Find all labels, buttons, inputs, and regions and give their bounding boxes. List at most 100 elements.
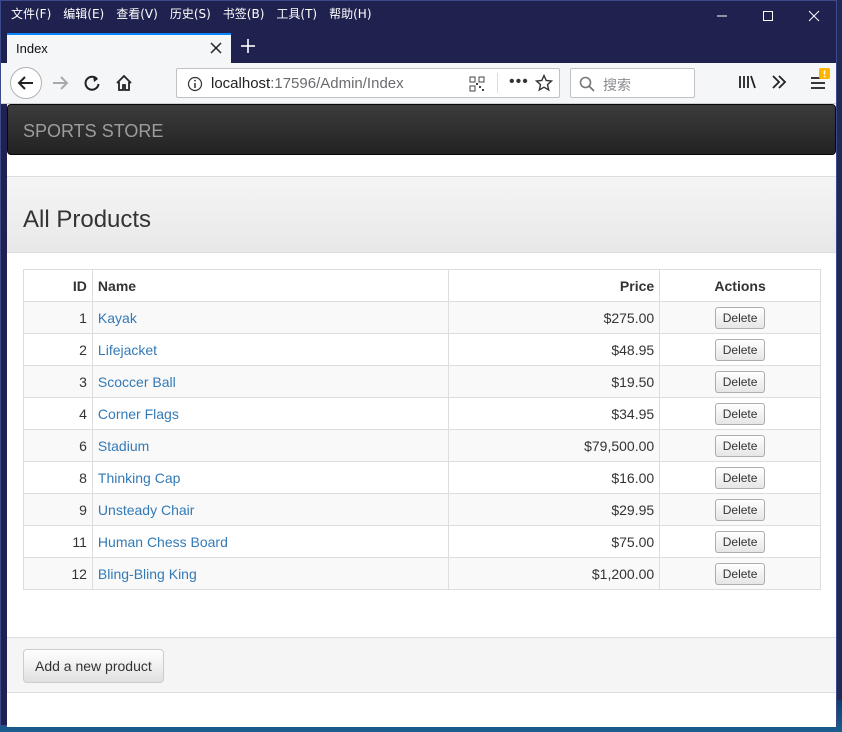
home-icon [116, 74, 132, 91]
product-id: 4 [23, 397, 93, 430]
tab-strip: Index [1, 31, 836, 63]
menu-edit[interactable]: 编辑(E) [63, 5, 104, 22]
product-id: 11 [23, 525, 93, 558]
page-title: All Products [23, 206, 152, 233]
product-id: 3 [23, 365, 93, 398]
info-icon[interactable] [187, 76, 203, 97]
table-row: 6 Stadium $79,500.00 Delete [23, 429, 821, 462]
delete-button[interactable]: Delete [714, 498, 766, 521]
delete-button[interactable]: Delete [714, 370, 766, 393]
browser-window: 文件(F) 编辑(E) 查看(V) 历史(S) 书签(B) 工具(T) 帮助(H… [0, 0, 837, 727]
product-price: $34.95 [448, 397, 661, 430]
menu-file[interactable]: 文件(F) [11, 5, 51, 22]
delete-button[interactable]: Delete [714, 434, 766, 457]
delete-button[interactable]: Delete [714, 402, 766, 425]
hamburger-icon [811, 68, 830, 89]
tab-close-button[interactable] [209, 41, 223, 60]
column-header-actions: Actions [659, 269, 821, 302]
library-icon [739, 75, 756, 89]
table-row: 8 Thinking Cap $16.00 Delete [23, 461, 821, 494]
library-button[interactable] [738, 73, 758, 96]
back-button[interactable] [10, 67, 42, 99]
menu-tools[interactable]: 工具(T) [276, 5, 317, 22]
product-name-link[interactable]: Unsteady Chair [98, 502, 195, 518]
url-host: localhost [211, 75, 271, 92]
search-icon [579, 76, 595, 97]
page-content: SPORTS STORE All Products ID Name Price … [7, 104, 836, 727]
close-icon [808, 10, 820, 22]
product-name-link[interactable]: Lifejacket [98, 342, 157, 358]
navbar-brand-bar: SPORTS STORE [7, 104, 836, 155]
column-header-price: Price [448, 269, 661, 302]
menu-bar: 文件(F) 编辑(E) 查看(V) 历史(S) 书签(B) 工具(T) 帮助(H… [1, 1, 836, 31]
app-menu-button[interactable] [802, 67, 832, 100]
product-id: 9 [23, 493, 93, 526]
table-row: 9 Unsteady Chair $29.95 Delete [23, 493, 821, 526]
table-row: 1 Kayak $275.00 Delete [23, 301, 821, 334]
menu-view[interactable]: 查看(V) [116, 5, 158, 22]
product-price: $29.95 [448, 493, 661, 526]
plus-icon [241, 39, 255, 53]
close-icon [210, 42, 222, 54]
product-id: 8 [23, 461, 93, 494]
qr-code-icon[interactable] [469, 76, 485, 97]
product-price: $1,200.00 [448, 557, 661, 590]
table-header-row: ID Name Price Actions [23, 269, 821, 302]
delete-button[interactable]: Delete [714, 338, 766, 361]
tab-title: Index [16, 41, 48, 56]
delete-button[interactable]: Delete [714, 466, 766, 489]
product-id: 2 [23, 333, 93, 366]
menu-history[interactable]: 历史(S) [170, 5, 211, 22]
product-name-link[interactable]: Thinking Cap [98, 470, 181, 486]
overflow-menu-button[interactable] [770, 73, 788, 96]
minimize-button[interactable] [699, 1, 745, 31]
navigation-toolbar: localhost:17596/Admin/Index ••• 搜索 [1, 63, 836, 104]
product-price: $16.00 [448, 461, 661, 494]
search-input[interactable]: 搜索 [570, 68, 695, 98]
product-price: $19.50 [448, 365, 661, 398]
menu-bookmarks[interactable]: 书签(B) [223, 5, 265, 22]
product-price: $75.00 [448, 525, 661, 558]
menu-help[interactable]: 帮助(H) [329, 5, 371, 22]
product-name-link[interactable]: Stadium [98, 438, 149, 454]
brand-link[interactable]: SPORTS STORE [23, 121, 163, 142]
product-price: $275.00 [448, 301, 661, 334]
chevron-double-right-icon [772, 75, 787, 89]
delete-button[interactable]: Delete [714, 562, 766, 585]
maximize-icon [763, 11, 773, 21]
bookmark-star-icon[interactable] [534, 73, 554, 97]
delete-button[interactable]: Delete [714, 306, 766, 329]
minimize-icon [717, 15, 727, 17]
url-path: :17596/Admin/Index [270, 75, 404, 92]
product-name-link[interactable]: Kayak [98, 310, 137, 326]
new-tab-button[interactable] [239, 37, 257, 60]
arrow-left-icon [17, 76, 33, 90]
add-product-button[interactable]: Add a new product [23, 649, 164, 683]
url-separator [497, 73, 498, 93]
table-row: 4 Corner Flags $34.95 Delete [23, 397, 821, 430]
product-name-link[interactable]: Human Chess Board [98, 534, 228, 550]
product-name-link[interactable]: Corner Flags [98, 406, 179, 422]
reload-icon [84, 75, 100, 91]
product-price: $48.95 [448, 333, 661, 366]
product-name-link[interactable]: Bling-Bling King [98, 566, 197, 582]
home-button[interactable] [109, 69, 139, 97]
product-price: $79,500.00 [448, 429, 661, 462]
product-name-link[interactable]: Scoccer Ball [98, 374, 176, 390]
column-header-name: Name [91, 269, 450, 302]
table-row: 12 Bling-Bling King $1,200.00 Delete [23, 557, 821, 590]
address-bar[interactable]: localhost:17596/Admin/Index ••• [176, 68, 560, 98]
product-id: 6 [23, 429, 93, 462]
table-row: 2 Lifejacket $48.95 Delete [23, 333, 821, 366]
products-table: ID Name Price Actions 1 Kayak $275.00 De… [23, 269, 821, 590]
table-row: 11 Human Chess Board $75.00 Delete [23, 525, 821, 558]
delete-button[interactable]: Delete [714, 530, 766, 553]
arrow-right-icon [53, 76, 69, 90]
tab-index[interactable]: Index [7, 33, 231, 63]
page-actions-icon[interactable]: ••• [509, 73, 529, 91]
forward-button[interactable] [45, 69, 75, 97]
reload-button[interactable] [77, 69, 107, 97]
maximize-button[interactable] [745, 1, 791, 31]
column-header-id: ID [23, 269, 93, 302]
close-window-button[interactable] [791, 1, 837, 31]
